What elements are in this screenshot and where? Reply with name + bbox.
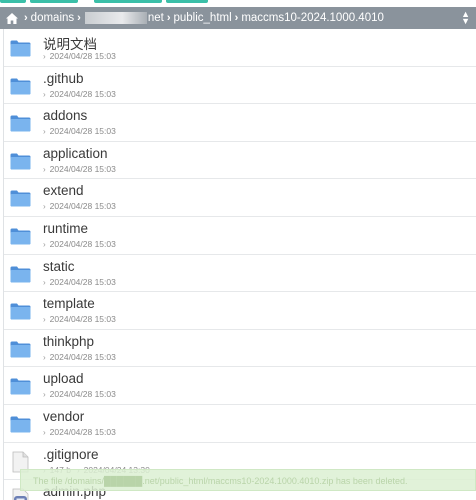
chevron-right-icon: › [43,239,46,249]
file-name[interactable]: runtime [43,221,88,236]
notification-toast: The file /domains/██████.net/public_html… [20,469,476,491]
file-date: 2024/04/28 15:03 [49,276,116,287]
folder-icon [10,265,31,283]
file-meta: › 2024/04/28 15:03 [43,126,116,136]
folder-row[interactable]: addons › 2024/04/28 15:03 [4,104,476,142]
file-date: 2024/04/28 15:03 [49,51,116,61]
file-name[interactable]: application [43,146,108,161]
file-name[interactable]: .github [43,71,84,86]
breadcrumb: › domains › net › public_html › maccms10… [0,7,476,29]
file-date: 2024/04/28 15:03 [49,88,116,99]
file-meta: › 2024/04/28 15:03 [43,51,116,61]
folder-row[interactable]: upload › 2024/04/28 15:03 [4,367,476,405]
chevron-right-icon: › [43,52,46,61]
file-meta: › 2024/04/28 15:03 [43,201,116,211]
file-meta: › 2024/04/28 15:03 [43,164,116,174]
folder-icon [10,152,31,170]
file-name[interactable]: vendor [43,409,84,424]
file-name[interactable]: .gitignore [43,447,99,462]
file-date: 2024/04/28 15:03 [49,314,116,325]
chevron-right-icon: › [43,277,46,287]
file-name[interactable]: addons [43,108,87,123]
chevron-right-icon: › [43,202,46,212]
file-meta: › 2024/04/28 15:03 [43,277,116,287]
file-name[interactable]: extend [43,183,84,198]
file-name[interactable]: upload [43,371,84,386]
folder-row[interactable]: template › 2024/04/28 15:03 [4,292,476,330]
file-meta: › 2024/04/28 15:03 [43,427,116,437]
folder-row[interactable]: runtime › 2024/04/28 15:03 [4,217,476,255]
chevron-right-icon: › [43,315,46,325]
toolbar-button[interactable] [0,0,26,3]
chevron-right-icon: › [24,12,28,24]
file-date: 2024/04/28 15:03 [49,389,116,400]
file-meta: › 2024/04/28 15:03 [43,89,116,99]
toolbar-button[interactable] [166,0,208,3]
sort-icon[interactable]: ▲ ▼ [461,10,470,26]
chevron-right-icon: › [43,427,46,437]
toolbar-button[interactable] [94,0,162,3]
file-name[interactable]: thinkphp [43,334,94,349]
folder-icon [10,114,31,132]
chevron-right-icon: › [77,12,81,24]
toast-message: The file /domains/██████.net/public_html… [33,476,408,486]
folder-row[interactable]: thinkphp › 2024/04/28 15:03 [4,330,476,368]
file-meta: › 2024/04/28 15:03 [43,314,116,324]
chevron-right-icon: › [43,352,46,362]
chevron-right-icon: › [234,12,239,24]
folder-row[interactable]: .github › 2024/04/28 15:03 [4,67,476,105]
folder-row[interactable]: vendor › 2024/04/28 15:03 [4,405,476,443]
top-toolbar [0,0,476,3]
breadcrumb-segment-domains[interactable]: domains [31,12,74,24]
chevron-right-icon: › [43,390,46,400]
folder-icon [10,415,31,433]
home-icon[interactable] [6,12,18,24]
file-date: 2024/04/28 15:03 [49,201,116,212]
breadcrumb-segment-public-html[interactable]: public_html [173,12,231,24]
toolbar-button[interactable] [30,0,78,3]
chevron-right-icon: › [166,12,171,24]
file-meta: › 2024/04/28 15:03 [43,352,116,362]
file-date: 2024/04/28 15:03 [49,351,116,362]
file-name[interactable]: template [43,296,95,311]
chevron-right-icon: › [43,89,46,99]
folder-row[interactable]: static › 2024/04/28 15:03 [4,255,476,293]
folder-icon [10,340,31,358]
folder-icon [10,377,31,395]
file-meta: › 2024/04/28 15:03 [43,389,116,399]
file-date: 2024/04/28 15:03 [49,126,116,137]
file-date: 2024/04/28 15:03 [49,426,116,437]
breadcrumb-segment-current[interactable]: maccms10-2024.1000.4010 [241,12,384,24]
file-list: 说明文档 › 2024/04/28 15:03 .github › 2024/04/28 … [3,29,476,500]
folder-icon [10,189,31,207]
file-meta: › 2024/04/28 15:03 [43,239,116,249]
folder-icon [10,227,31,245]
chevron-right-icon: › [43,164,46,174]
file-name[interactable]: static [43,259,75,274]
folder-icon [10,77,31,95]
folder-row[interactable]: extend › 2024/04/28 15:03 [4,179,476,217]
file-date: 2024/04/28 15:03 [49,238,116,249]
folder-icon [10,302,31,320]
file-name[interactable]: 说明文档 [43,33,97,53]
folder-row[interactable]: application › 2024/04/28 15:03 [4,142,476,180]
redacted-domain[interactable] [84,12,147,24]
folder-icon [10,39,31,57]
breadcrumb-segment-domain-suffix[interactable]: net [148,12,164,24]
folder-row[interactable]: 说明文档 › 2024/04/28 15:03 [4,29,476,67]
chevron-right-icon: › [43,127,46,137]
file-date: 2024/04/28 15:03 [49,163,116,174]
